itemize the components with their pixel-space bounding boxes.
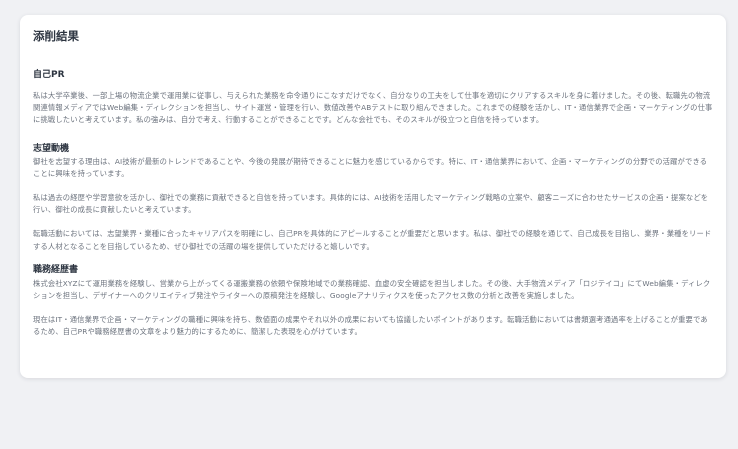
self-pr-paragraph: 私は大学卒業後、一部上場の物流企業で運用業に従事し、与えられた業務を命令通りにこ… xyxy=(33,91,713,125)
section-career-history: 職務経歴書 株式会社XYZにて運用業務を経験し、営業から上がってくる運搬業務の依… xyxy=(33,265,713,339)
section-heading-motivation: 志望動機 xyxy=(33,143,70,154)
card-title: 添削結果 xyxy=(33,29,79,43)
result-card: 添削結果 自己PR 私は大学卒業後、一部上場の物流企業で運用業に従事し、与えられ… xyxy=(20,15,726,378)
motivation-paragraph: 転職活動においては、志望業界・業種に合ったキャリアパスを明確にし、自己PRを具体… xyxy=(33,229,712,251)
career-history-paragraph: 現在はIT・通信業界で企画・マーケティングの職種に興味を持ち、数値面の成果やそれ… xyxy=(33,315,708,337)
motivation-paragraph: 御社を志望する理由は、AI技術が最新のトレンドであることや、今後の発展が期待でき… xyxy=(33,156,708,178)
section-self-pr: 自己PR 私は大学卒業後、一部上場の物流企業で運用業に従事し、与えられた業務を命… xyxy=(33,70,713,127)
section-heading-career-history: 職務経歴書 xyxy=(33,264,79,275)
motivation-paragraph: 私は過去の経歴や学習意欲を活かし、御社での業務に貢献できると自信を持っています。… xyxy=(33,193,709,215)
career-history-paragraph: 株式会社XYZにて運用業務を経験し、営業から上がってくる運搬業務の依頼や保険地域… xyxy=(33,278,711,301)
section-heading-self-pr: 自己PR xyxy=(33,70,65,80)
section-motivation: 志望動機 御社を志望する理由は、AI技術が最新のトレンドであることや、今後の発展… xyxy=(33,144,713,253)
